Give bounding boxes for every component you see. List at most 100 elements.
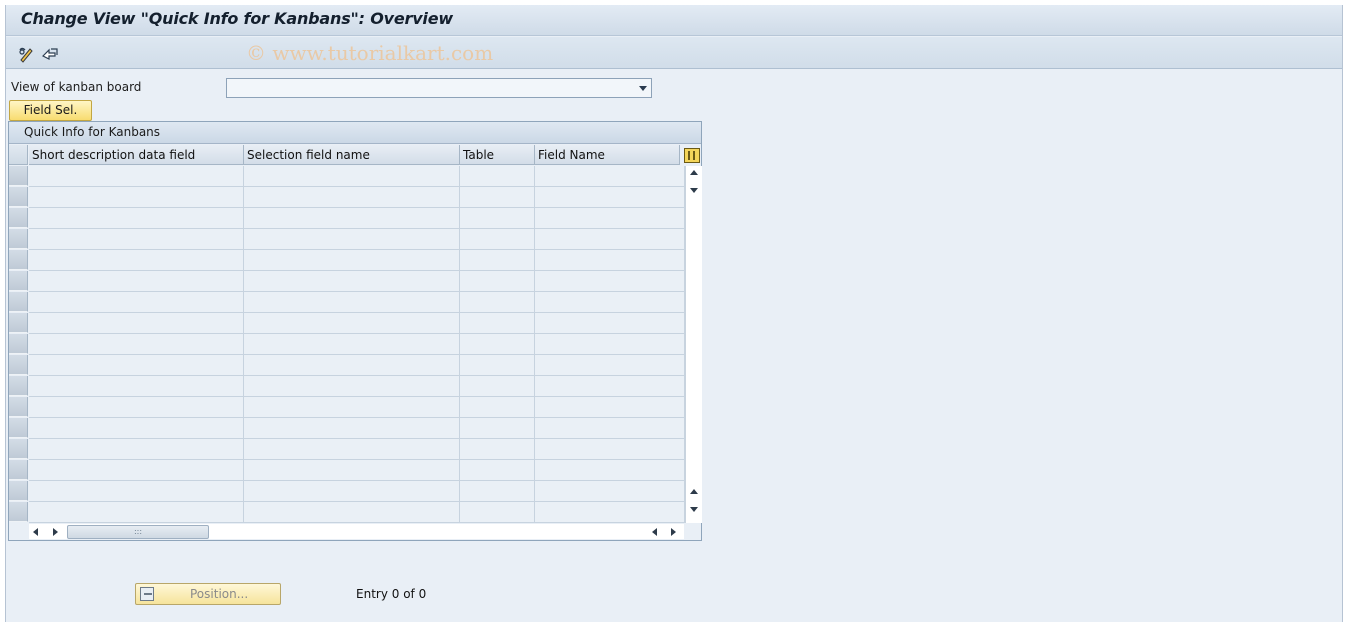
row-selector[interactable] — [9, 187, 28, 207]
position-button[interactable]: Position... — [135, 583, 281, 605]
table-cell[interactable] — [244, 229, 460, 250]
table-cell[interactable] — [29, 439, 244, 460]
table-cell[interactable] — [535, 334, 685, 355]
table-cell[interactable] — [29, 355, 244, 376]
table-cell[interactable] — [244, 187, 460, 208]
table-cell[interactable] — [29, 229, 244, 250]
row-selector[interactable] — [9, 439, 28, 459]
scroll-down-icon[interactable] — [690, 507, 698, 512]
table-cell[interactable] — [244, 481, 460, 502]
table-cell[interactable] — [244, 271, 460, 292]
table-cell[interactable] — [535, 166, 685, 187]
table-cell[interactable] — [29, 271, 244, 292]
table-settings-icon[interactable] — [684, 148, 700, 163]
row-selector[interactable] — [9, 292, 28, 312]
table-cell[interactable] — [535, 481, 685, 502]
table-cell[interactable] — [535, 355, 685, 376]
column-header-field-name[interactable]: Field Name — [535, 145, 680, 165]
table-cell[interactable] — [29, 397, 244, 418]
page-down-icon[interactable] — [690, 188, 698, 193]
table-cell[interactable] — [535, 502, 685, 523]
table-cell[interactable] — [29, 187, 244, 208]
table-cell[interactable] — [29, 334, 244, 355]
row-selector[interactable] — [9, 208, 28, 228]
view-of-kanban-board-select[interactable] — [226, 78, 652, 98]
select-all-column-header[interactable] — [9, 145, 28, 165]
table-cell[interactable] — [460, 187, 535, 208]
scroll-up-icon[interactable] — [690, 170, 698, 175]
scroll-thumb[interactable]: ::: — [67, 525, 209, 539]
table-cell[interactable] — [29, 292, 244, 313]
table-cell[interactable] — [460, 418, 535, 439]
row-selector[interactable] — [9, 313, 28, 333]
scroll-left-icon[interactable] — [33, 528, 38, 536]
table-cell[interactable] — [244, 397, 460, 418]
table-cell[interactable] — [460, 334, 535, 355]
table-cell[interactable] — [460, 250, 535, 271]
table-cell[interactable] — [244, 460, 460, 481]
table-cell[interactable] — [29, 502, 244, 523]
page-up-icon[interactable] — [690, 489, 698, 494]
table-cell[interactable] — [244, 502, 460, 523]
table-cell[interactable] — [460, 460, 535, 481]
table-cell[interactable] — [460, 313, 535, 334]
row-selector[interactable] — [9, 229, 28, 249]
row-selector[interactable] — [9, 355, 28, 375]
chevron-down-icon[interactable] — [639, 86, 647, 91]
table-cell[interactable] — [460, 376, 535, 397]
table-cell[interactable] — [29, 250, 244, 271]
row-selector[interactable] — [9, 334, 28, 354]
table-cell[interactable] — [244, 376, 460, 397]
table-cell[interactable] — [460, 208, 535, 229]
horizontal-scrollbar[interactable]: ::: — [29, 524, 684, 539]
display-change-icon[interactable] — [18, 45, 36, 63]
table-cell[interactable] — [535, 460, 685, 481]
row-selector[interactable] — [9, 397, 28, 417]
table-cell[interactable] — [535, 271, 685, 292]
table-cell[interactable] — [244, 166, 460, 187]
table-cell[interactable] — [535, 418, 685, 439]
table-cell[interactable] — [244, 334, 460, 355]
table-cell[interactable] — [460, 397, 535, 418]
table-cell[interactable] — [535, 376, 685, 397]
scroll-right-icon[interactable] — [53, 528, 58, 536]
row-selector[interactable] — [9, 376, 28, 396]
table-cell[interactable] — [535, 208, 685, 229]
table-cell[interactable] — [244, 355, 460, 376]
table-cell[interactable] — [29, 376, 244, 397]
table-cell[interactable] — [29, 208, 244, 229]
row-selector[interactable] — [9, 166, 28, 186]
table-cell[interactable] — [29, 313, 244, 334]
table-cell[interactable] — [29, 418, 244, 439]
table-cell[interactable] — [460, 355, 535, 376]
column-header-table[interactable]: Table — [460, 145, 535, 165]
table-cell[interactable] — [244, 250, 460, 271]
table-cell[interactable] — [460, 166, 535, 187]
table-cell[interactable] — [535, 250, 685, 271]
table-cell[interactable] — [535, 313, 685, 334]
table-cell[interactable] — [460, 439, 535, 460]
table-cell[interactable] — [244, 418, 460, 439]
table-cell[interactable] — [244, 208, 460, 229]
column-header-selection-field-name[interactable]: Selection field name — [244, 145, 460, 165]
table-cell[interactable] — [535, 229, 685, 250]
table-cell[interactable] — [244, 292, 460, 313]
field-sel-button[interactable]: Field Sel. — [9, 100, 92, 121]
table-cell[interactable] — [460, 229, 535, 250]
table-cell[interactable] — [244, 313, 460, 334]
table-cell[interactable] — [460, 292, 535, 313]
table-cell[interactable] — [29, 166, 244, 187]
table-cell[interactable] — [460, 481, 535, 502]
row-selector[interactable] — [9, 502, 28, 522]
table-cell[interactable] — [535, 397, 685, 418]
table-cell[interactable] — [535, 292, 685, 313]
other-view-icon[interactable] — [41, 45, 59, 63]
table-cell[interactable] — [460, 502, 535, 523]
table-cell[interactable] — [535, 187, 685, 208]
table-cell[interactable] — [460, 271, 535, 292]
table-cell[interactable] — [535, 439, 685, 460]
row-selector[interactable] — [9, 250, 28, 270]
row-selector[interactable] — [9, 271, 28, 291]
row-selector[interactable] — [9, 418, 28, 438]
table-cell[interactable] — [29, 481, 244, 502]
